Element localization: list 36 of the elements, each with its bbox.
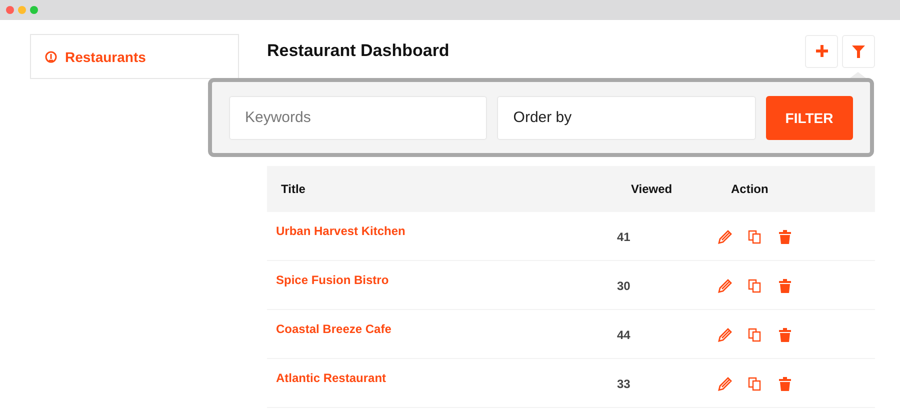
view-count: 41	[617, 229, 632, 244]
trash-icon[interactable]	[777, 229, 793, 245]
pencil-icon[interactable]	[717, 229, 733, 245]
plus-icon	[814, 44, 828, 58]
trash-icon[interactable]	[777, 278, 793, 294]
keywords-field[interactable]: Keywords	[229, 96, 488, 140]
filter-button[interactable]	[842, 34, 875, 68]
copy-icon[interactable]	[747, 327, 763, 343]
view-count: 44	[617, 327, 632, 342]
column-header: Title	[280, 182, 306, 196]
view-count: 33	[617, 376, 632, 391]
add-button[interactable]	[805, 34, 838, 68]
column-header: Viewed	[630, 182, 674, 196]
copy-icon[interactable]	[747, 229, 763, 245]
restaurant-link[interactable]: Urban Harvest Kitchen	[267, 212, 406, 238]
pencil-icon[interactable]	[717, 376, 733, 392]
copy-icon[interactable]	[747, 376, 763, 392]
copy-icon[interactable]	[747, 278, 763, 294]
pencil-icon[interactable]	[717, 278, 733, 294]
maximize-dot[interactable]	[30, 6, 38, 14]
minimize-dot[interactable]	[18, 6, 26, 14]
filter-submit-button[interactable]: FILTER	[766, 96, 853, 140]
restaurant-link[interactable]: Coastal Breeze Cafe	[267, 310, 392, 336]
restaurant-link[interactable]: Spice Fusion Bistro	[267, 261, 389, 287]
close-dot[interactable]	[6, 6, 14, 14]
gauge-icon	[45, 50, 57, 62]
order-by-field[interactable]: Order by	[497, 96, 756, 140]
funnel-icon	[852, 44, 865, 58]
trash-icon[interactable]	[777, 376, 793, 392]
trash-icon[interactable]	[777, 327, 793, 343]
restaurant-link[interactable]: Atlantic Restaurant	[267, 359, 386, 385]
sidebar-item[interactable]: Restaurants	[30, 34, 239, 79]
page-title: Restaurant Dashboard	[267, 41, 450, 61]
column-header: Action	[730, 182, 770, 196]
pencil-icon[interactable]	[717, 327, 733, 343]
view-count: 30	[617, 278, 632, 293]
